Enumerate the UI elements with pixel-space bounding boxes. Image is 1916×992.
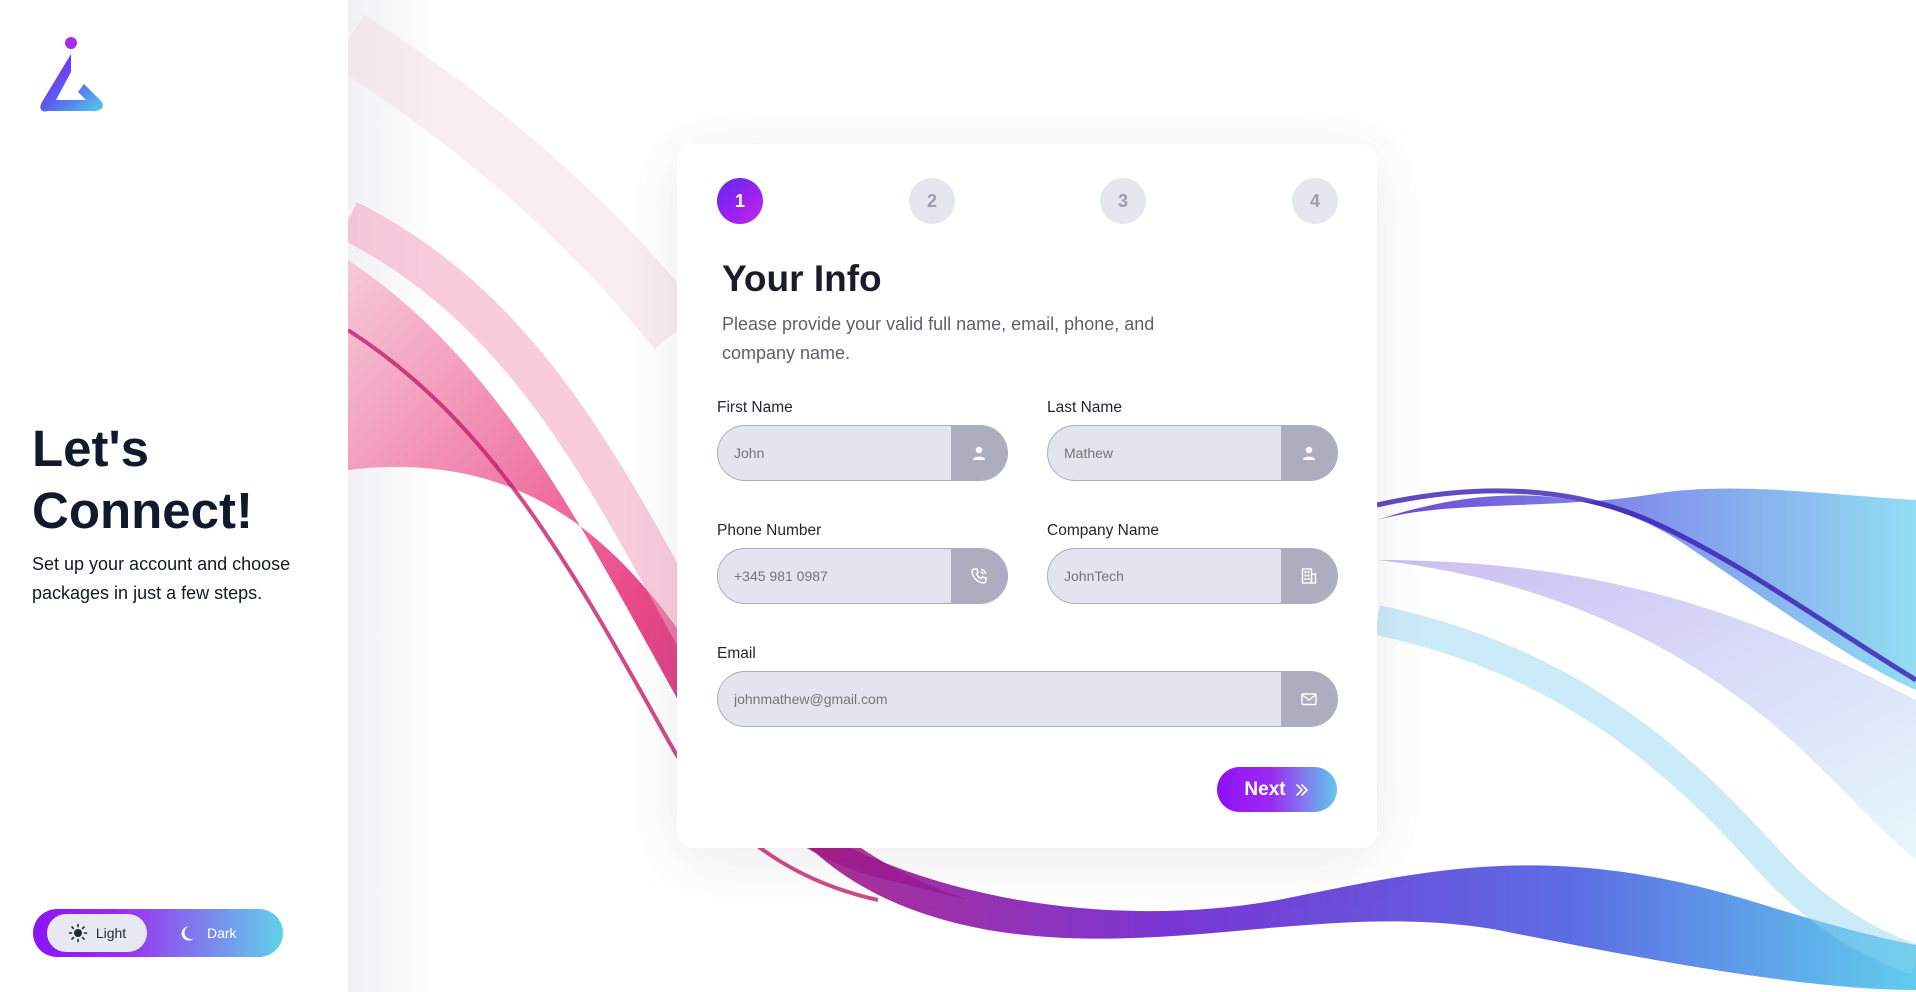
theme-dark-label: Dark: [207, 925, 237, 941]
email-label: Email: [717, 645, 756, 662]
next-button-label: Next: [1244, 778, 1286, 800]
theme-light-option[interactable]: Light: [47, 914, 147, 952]
user-icon: [973, 446, 985, 460]
hero-title: Let's Connect!: [32, 420, 253, 539]
phone-icon-box: [951, 549, 1007, 603]
company-group: Company Name: [1047, 522, 1338, 604]
last-name-input[interactable]: [1048, 426, 1281, 480]
sun-icon: [68, 923, 88, 943]
company-box: [1047, 548, 1338, 604]
step-3[interactable]: 3: [1100, 178, 1146, 224]
first-name-input[interactable]: [718, 426, 951, 480]
hero-subtitle: Set up your account and choose packages …: [32, 554, 291, 603]
first-name-group: First Name: [717, 399, 1008, 481]
next-button[interactable]: Next: [1217, 767, 1337, 812]
last-name-group: Last Name: [1047, 399, 1338, 481]
signup-card: 1 2 3 4 Your Info Please provide your va…: [677, 144, 1377, 848]
user-icon: [1303, 446, 1315, 460]
theme-toggle[interactable]: Light Dark: [33, 909, 283, 957]
form-title: Your Info: [722, 258, 882, 299]
sidebar: Let's Connect! Set up your account and c…: [0, 0, 348, 992]
step-4[interactable]: 4: [1292, 178, 1338, 224]
chevrons-right-icon: [1295, 783, 1308, 796]
form-description: Please provide your valid full name, ema…: [722, 314, 1155, 363]
company-input[interactable]: [1048, 549, 1281, 603]
phone-label: Phone Number: [717, 522, 822, 539]
step-2[interactable]: 2: [909, 178, 955, 224]
email-group: Email: [717, 645, 1338, 727]
stepper: 1 2 3 4: [717, 178, 1338, 224]
email-input[interactable]: [718, 672, 1281, 726]
phone-box: [717, 548, 1008, 604]
last-name-box: [1047, 425, 1338, 481]
phone-group: Phone Number: [717, 522, 1008, 604]
theme-light-label: Light: [95, 925, 127, 941]
phone-input[interactable]: [718, 549, 951, 603]
theme-dark-option[interactable]: Dark: [161, 914, 255, 952]
company-icon-box: [1281, 549, 1337, 603]
email-box: [717, 671, 1338, 727]
last-name-icon-box: [1281, 426, 1337, 480]
phone-icon: [971, 568, 987, 584]
moon-icon: [181, 926, 194, 941]
company-label: Company Name: [1047, 522, 1159, 539]
first-name-box: [717, 425, 1008, 481]
email-icon-box: [1281, 672, 1337, 726]
step-1[interactable]: 1: [717, 178, 763, 224]
last-name-label: Last Name: [1047, 399, 1122, 416]
first-name-label: First Name: [717, 399, 793, 416]
app-logo: [34, 36, 110, 116]
first-name-icon-box: [951, 426, 1007, 480]
building-icon: [1301, 568, 1317, 584]
mail-icon: [1301, 693, 1317, 706]
